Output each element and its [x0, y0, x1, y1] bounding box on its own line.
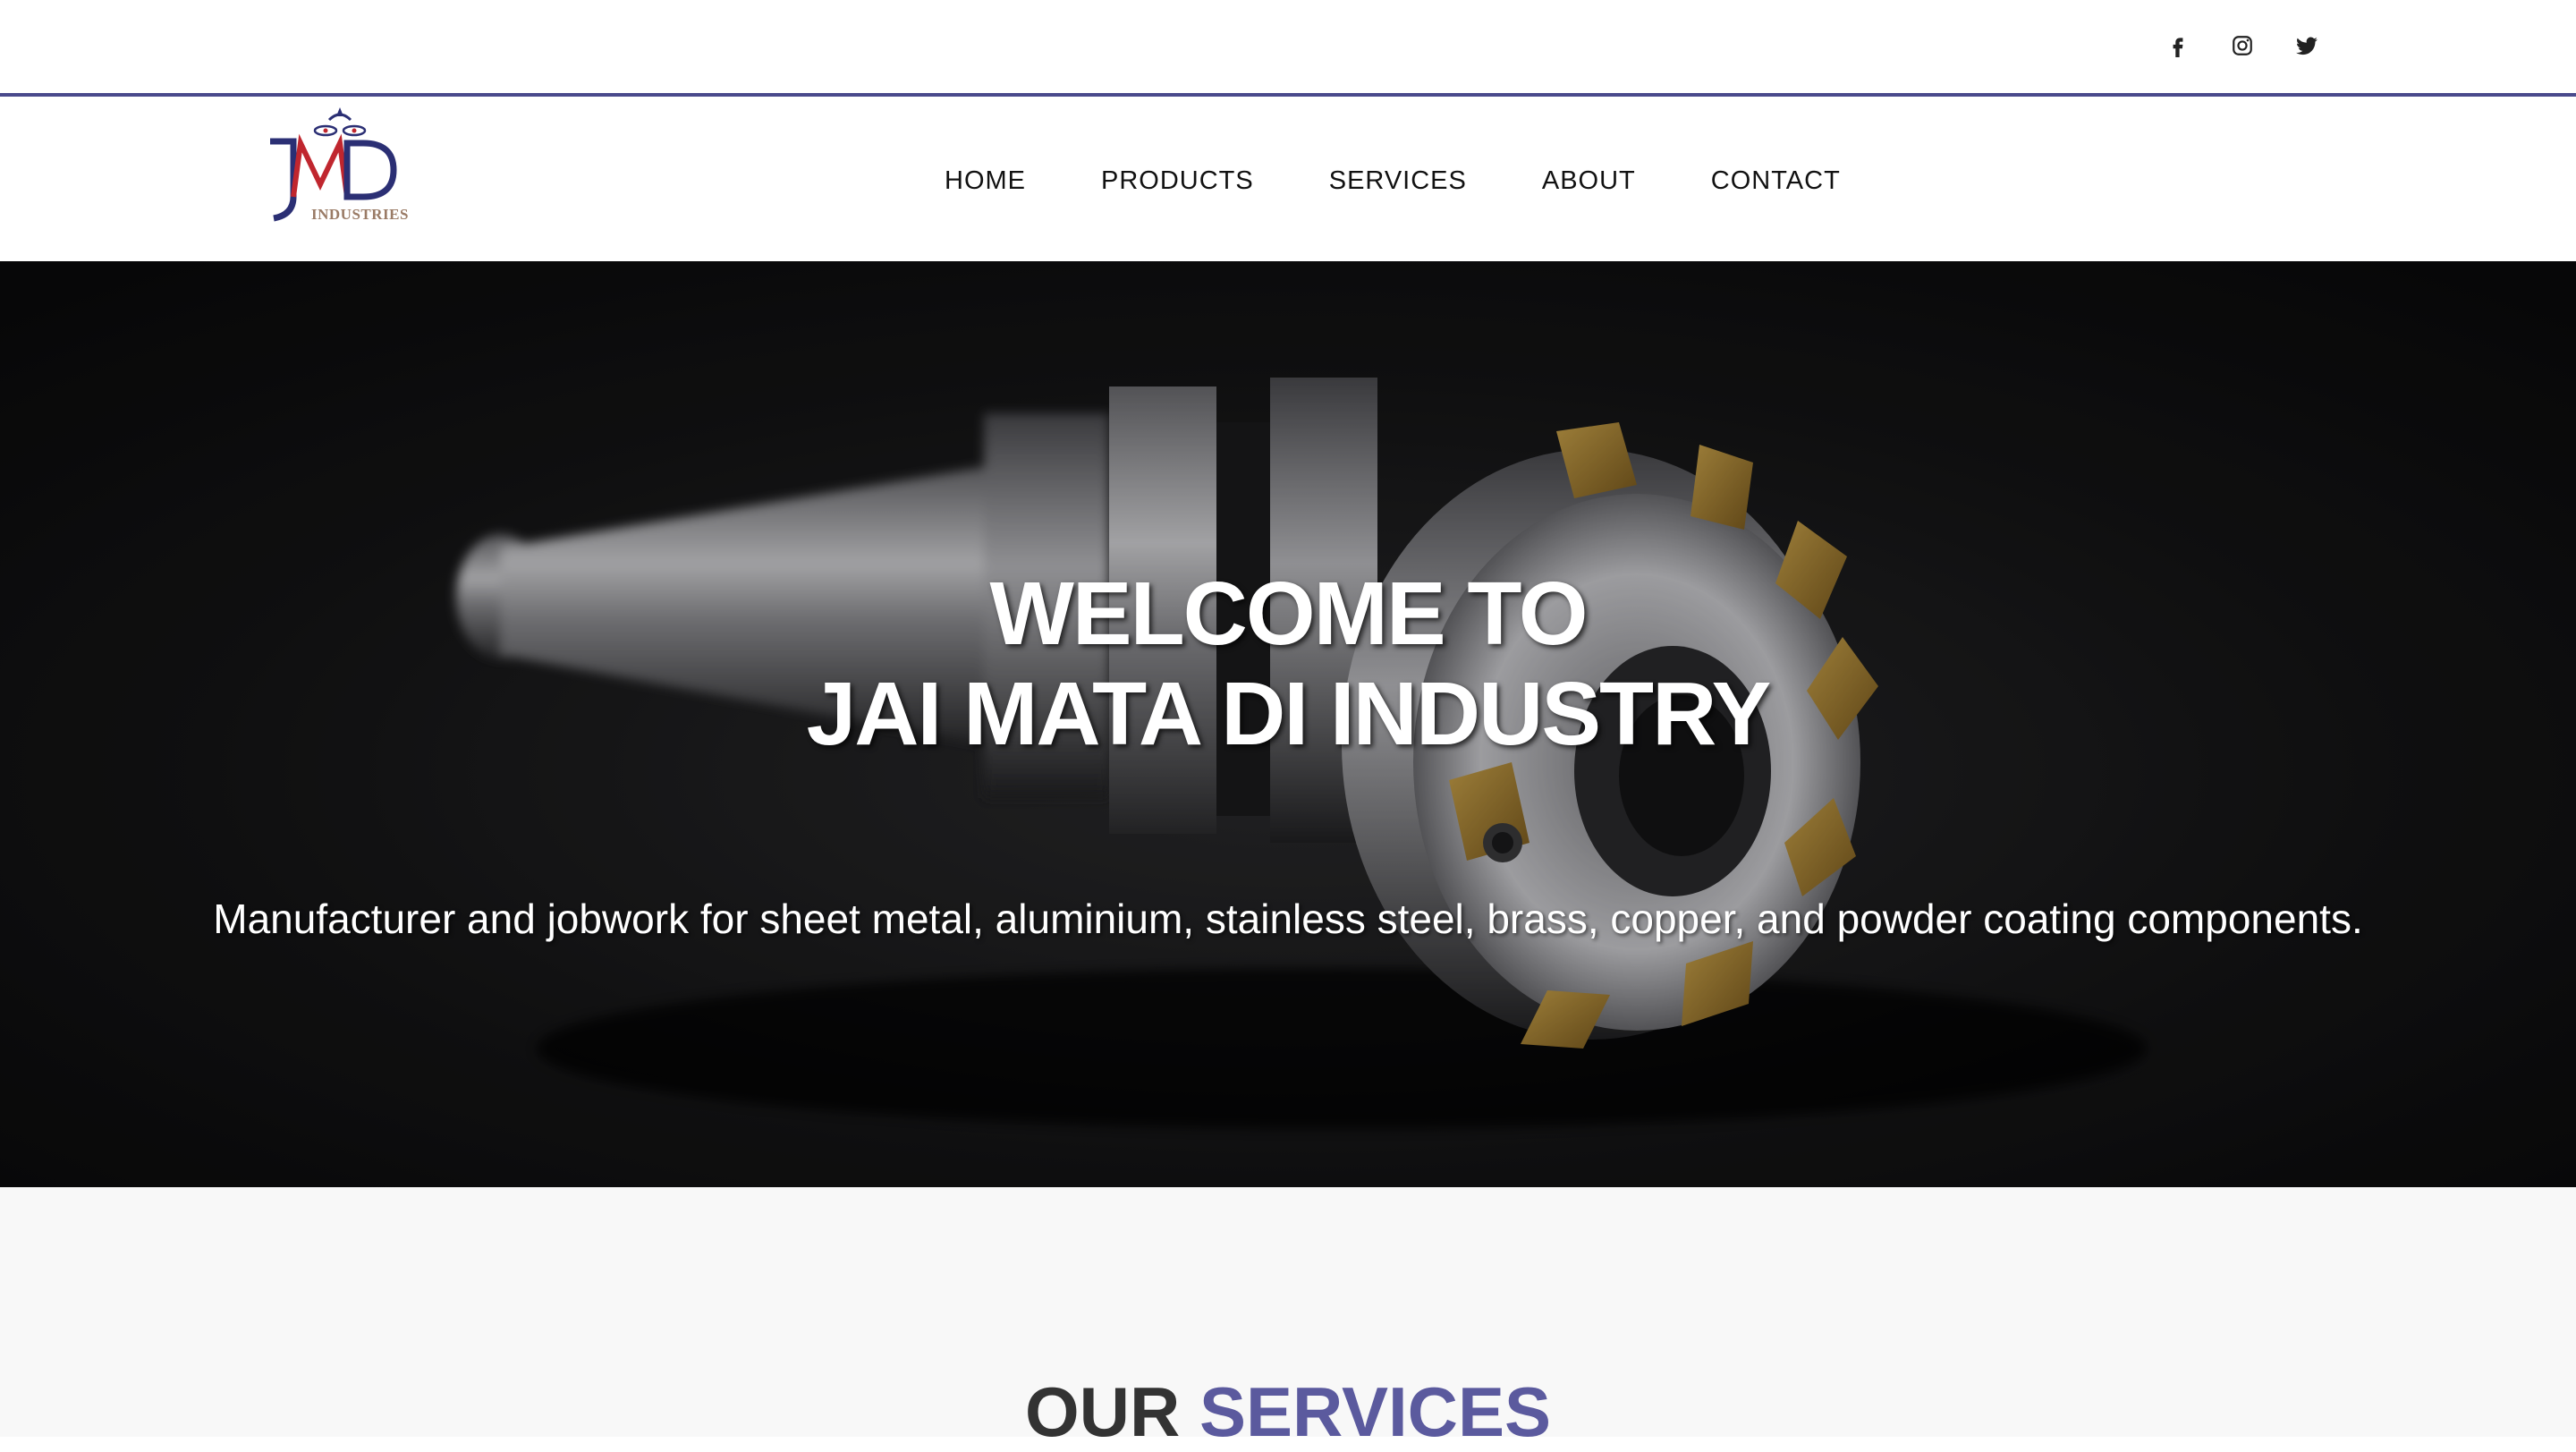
top-bar — [0, 0, 2576, 97]
services-heading: OUR SERVICES — [0, 1371, 2576, 1452]
hero-banner: WELCOME TO JAI MATA DI INDUSTRY Manufact… — [0, 261, 2576, 1187]
main-navbar: INDUSTRIES HOME PRODUCTS SERVICES ABOUT … — [0, 100, 2576, 261]
facebook-icon[interactable] — [2163, 30, 2193, 61]
services-section: OUR SERVICES — [0, 1187, 2576, 1451]
nav-home[interactable]: HOME — [945, 166, 1026, 196]
nav-menu: HOME PRODUCTS SERVICES ABOUT CONTACT — [945, 100, 1841, 261]
services-heading-part1: OUR — [1024, 1372, 1181, 1451]
jmd-logo[interactable]: INDUSTRIES — [247, 104, 426, 238]
hero-title-line2: JAI MATA DI INDUSTRY — [806, 664, 1772, 764]
nav-contact[interactable]: CONTACT — [1711, 166, 1841, 196]
nav-products[interactable]: PRODUCTS — [1101, 166, 1254, 196]
logo-text: INDUSTRIES — [311, 206, 409, 223]
services-heading-part2: SERVICES — [1199, 1372, 1552, 1451]
nav-about[interactable]: ABOUT — [1542, 166, 1636, 196]
twitter-icon[interactable] — [2292, 30, 2322, 61]
hero-title: WELCOME TO JAI MATA DI INDUSTRY — [0, 564, 2576, 764]
social-links — [2163, 30, 2322, 61]
nav-services[interactable]: SERVICES — [1329, 166, 1467, 196]
hero-title-line1: WELCOME TO — [989, 564, 1588, 664]
instagram-icon[interactable] — [2227, 30, 2258, 61]
hero-subtitle: Manufacturer and jobwork for sheet metal… — [213, 896, 2363, 942]
